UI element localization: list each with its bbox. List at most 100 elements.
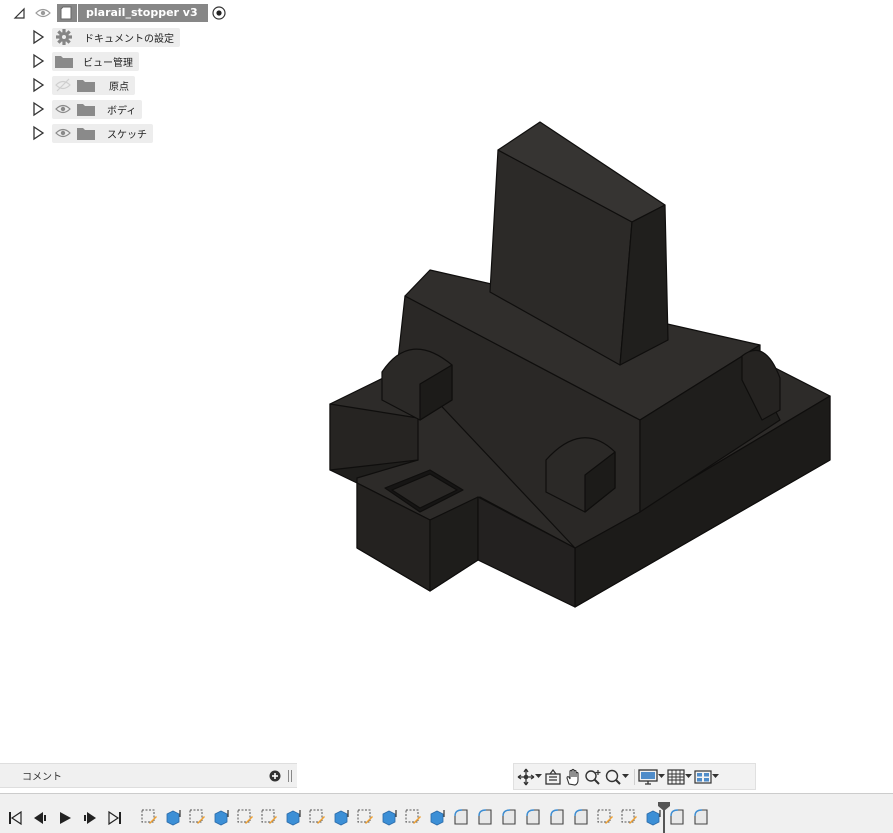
chevron-down-icon bbox=[712, 774, 719, 778]
navigation-bar bbox=[513, 763, 756, 790]
folder-icon bbox=[55, 56, 73, 68]
chevron-down-icon bbox=[622, 774, 629, 778]
comments-panel[interactable]: コメント bbox=[0, 763, 297, 788]
browser-node-named-views[interactable]: ビュー管理 bbox=[30, 51, 139, 71]
eye-icon[interactable] bbox=[34, 6, 52, 20]
expand-triangle-icon[interactable] bbox=[30, 125, 46, 141]
chevron-down-icon bbox=[685, 774, 692, 778]
play-icon bbox=[60, 812, 71, 824]
next-step-button[interactable] bbox=[79, 809, 101, 827]
collapse-triangle-icon[interactable] bbox=[12, 6, 26, 20]
display-settings-button[interactable] bbox=[638, 766, 665, 788]
timeline-feature-fillet[interactable] bbox=[450, 806, 471, 828]
fillet-icon bbox=[525, 809, 540, 825]
node-pill: ボディ bbox=[52, 99, 143, 119]
look-at-icon bbox=[545, 768, 561, 785]
timeline-feature-extrude[interactable] bbox=[162, 806, 183, 828]
timeline-feature-fillet[interactable] bbox=[690, 806, 711, 828]
timeline-feature-fillet[interactable] bbox=[522, 806, 543, 828]
folder-icon bbox=[77, 104, 95, 116]
previous-step-icon bbox=[34, 812, 46, 824]
fillet-icon bbox=[693, 809, 708, 825]
go-to-start-button[interactable] bbox=[4, 809, 26, 827]
timeline bbox=[0, 793, 893, 833]
play-button[interactable] bbox=[54, 809, 76, 827]
node-label: ビュー管理 bbox=[83, 57, 133, 69]
look-at-button[interactable] bbox=[544, 766, 562, 788]
grid-settings-icon bbox=[667, 768, 685, 785]
timeline-feature-extrude[interactable] bbox=[282, 806, 303, 828]
visibility-toggle[interactable] bbox=[52, 102, 74, 116]
timeline-feature-fillet[interactable] bbox=[546, 806, 567, 828]
panel-handle-icon[interactable] bbox=[287, 769, 293, 783]
grid-settings-button[interactable] bbox=[667, 766, 692, 788]
node-pill: スケッチ bbox=[52, 123, 153, 143]
comments-label: コメント bbox=[22, 772, 62, 783]
expand-triangle-icon[interactable] bbox=[30, 101, 46, 117]
extrude-icon bbox=[286, 810, 301, 826]
zoom-button[interactable] bbox=[584, 766, 602, 788]
visibility-toggle[interactable] bbox=[52, 126, 74, 140]
fillet-icon bbox=[453, 809, 468, 825]
go-to-end-icon bbox=[108, 811, 121, 825]
timeline-feature-sketch[interactable] bbox=[186, 806, 207, 828]
extrude-icon bbox=[430, 810, 445, 826]
expand-triangle-icon[interactable] bbox=[30, 53, 46, 69]
timeline-feature-sketch[interactable] bbox=[354, 806, 375, 828]
pan-button[interactable] bbox=[564, 766, 582, 788]
timeline-feature-extrude[interactable] bbox=[330, 806, 351, 828]
go-to-end-button[interactable] bbox=[104, 809, 126, 827]
timeline-feature-extrude[interactable] bbox=[210, 806, 231, 828]
browser-node-document-settings[interactable]: ドキュメントの設定 bbox=[30, 27, 180, 47]
sketch-icon bbox=[261, 809, 277, 824]
zoom-icon bbox=[585, 769, 601, 785]
extrude-icon bbox=[334, 810, 349, 826]
sketch-icon bbox=[237, 809, 253, 824]
expand-triangle-icon[interactable] bbox=[30, 77, 46, 93]
sketch-icon bbox=[309, 809, 325, 824]
timeline-features bbox=[138, 806, 714, 828]
orbit-button[interactable] bbox=[517, 766, 542, 788]
browser-node-origin[interactable]: 原点 bbox=[30, 75, 135, 95]
viewports-button[interactable] bbox=[694, 766, 719, 788]
timeline-marker-icon[interactable] bbox=[658, 802, 670, 833]
activate-radio-icon[interactable] bbox=[210, 4, 228, 22]
browser-root: plarail_stopper v3 bbox=[12, 4, 228, 22]
visibility-toggle[interactable] bbox=[52, 78, 74, 92]
node-pill: ビュー管理 bbox=[52, 51, 139, 71]
gear-icon bbox=[56, 29, 72, 45]
node-label: ドキュメントの設定 bbox=[84, 33, 174, 45]
eye-icon bbox=[55, 104, 71, 114]
sketch-icon bbox=[141, 809, 157, 824]
node-label: 原点 bbox=[109, 81, 129, 93]
chevron-down-icon bbox=[535, 774, 542, 778]
timeline-feature-sketch[interactable] bbox=[618, 806, 639, 828]
fillet-icon bbox=[573, 809, 588, 825]
timeline-feature-fillet[interactable] bbox=[474, 806, 495, 828]
timeline-feature-sketch[interactable] bbox=[234, 806, 255, 828]
root-component-name: plarail_stopper v3 bbox=[78, 4, 208, 22]
orbit-icon bbox=[517, 768, 535, 785]
timeline-feature-sketch[interactable] bbox=[306, 806, 327, 828]
add-comment-icon[interactable] bbox=[269, 770, 281, 782]
root-component[interactable]: plarail_stopper v3 bbox=[56, 4, 208, 22]
folder-icon bbox=[77, 128, 95, 140]
timeline-feature-sketch[interactable] bbox=[258, 806, 279, 828]
pan-icon bbox=[566, 768, 579, 786]
timeline-feature-extrude[interactable] bbox=[426, 806, 447, 828]
browser-node-sketches[interactable]: スケッチ bbox=[30, 123, 153, 143]
fit-button[interactable] bbox=[604, 766, 629, 788]
previous-step-button[interactable] bbox=[29, 809, 51, 827]
timeline-feature-sketch[interactable] bbox=[138, 806, 159, 828]
sketch-icon bbox=[405, 809, 421, 824]
expand-triangle-icon[interactable] bbox=[30, 29, 46, 45]
timeline-feature-fillet[interactable] bbox=[570, 806, 591, 828]
timeline-feature-fillet[interactable] bbox=[498, 806, 519, 828]
node-label: ボディ bbox=[107, 105, 137, 117]
timeline-feature-sketch[interactable] bbox=[402, 806, 423, 828]
browser-node-bodies[interactable]: ボディ bbox=[30, 99, 143, 119]
timeline-feature-sketch[interactable] bbox=[594, 806, 615, 828]
fillet-icon bbox=[477, 809, 492, 825]
node-label: スケッチ bbox=[107, 129, 147, 141]
timeline-feature-extrude[interactable] bbox=[378, 806, 399, 828]
